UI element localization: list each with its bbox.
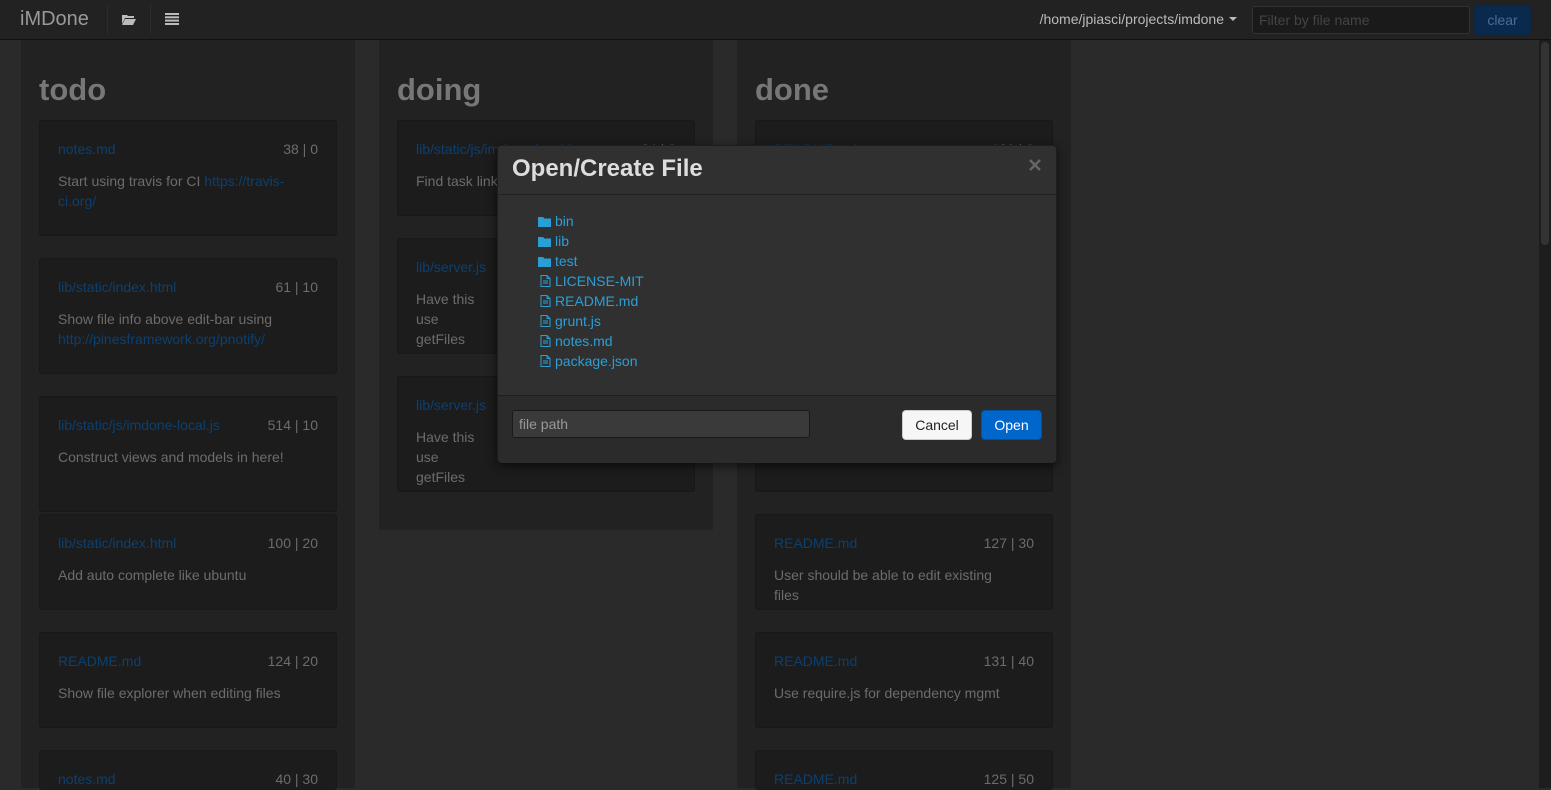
task-link[interactable]: http://pinesframework.org/pnotify/	[58, 331, 265, 347]
file-item-readme[interactable]: README.md	[538, 291, 644, 311]
file-icon	[540, 315, 551, 327]
file-icon	[540, 335, 551, 347]
modal-close-button[interactable]	[1028, 158, 1044, 174]
column-title: todo	[39, 72, 107, 107]
modal-header: Open/Create File	[498, 146, 1056, 195]
task-file-link[interactable]: notes.md	[58, 771, 116, 787]
task-file-link[interactable]: README.md	[774, 653, 857, 669]
open-file-button[interactable]	[107, 4, 150, 34]
navbar: iMDone /home/jpiasci/projects/imdone cle…	[0, 0, 1551, 40]
column-todo: todo notes.md 38 | 0 Start using travis …	[20, 40, 356, 790]
task-file-link[interactable]: lib/static/js/imdone-local.js	[58, 417, 220, 433]
task-card[interactable]: notes.md 38 | 0 Start using travis for C…	[39, 120, 337, 236]
modal-footer: Cancel Open	[498, 395, 1056, 463]
task-text: Add auto complete like ubuntu	[58, 567, 247, 583]
file-path-input[interactable]	[512, 410, 810, 438]
task-file-link[interactable]: README.md	[774, 771, 857, 787]
file-item-label: LICENSE-MIT	[555, 273, 644, 289]
column-title: done	[755, 72, 830, 107]
file-item-label: package.json	[555, 353, 638, 369]
task-text: Have this use getFiles	[416, 291, 475, 347]
cancel-button[interactable]: Cancel	[902, 410, 972, 440]
task-text: User should be able to edit existing fil…	[774, 567, 992, 603]
task-card[interactable]: lib/static/index.html 100 | 20 Add auto …	[39, 514, 337, 610]
task-position: 100 | 20	[267, 535, 318, 551]
folder-icon	[538, 236, 551, 247]
task-card[interactable]: notes.md 40 | 30	[39, 750, 337, 790]
task-file-link[interactable]: lib/server.js	[416, 397, 486, 413]
file-item-label: lib	[555, 233, 570, 249]
folder-icon	[538, 256, 551, 267]
task-text: Construct views and models in here!	[58, 449, 284, 465]
list-icon	[165, 13, 179, 25]
task-position: 514 | 10	[267, 417, 318, 433]
task-file-link[interactable]: lib/static/index.html	[58, 279, 176, 295]
file-item-package-json[interactable]: package.json	[538, 351, 644, 371]
file-item-label: README.md	[555, 293, 639, 309]
task-file-link[interactable]: lib/static/index.html	[58, 535, 176, 551]
task-file-link[interactable]: README.md	[58, 653, 141, 669]
close-icon	[1029, 159, 1041, 171]
task-text: Show file explorer when editing files	[58, 685, 281, 701]
open-create-file-modal: Open/Create File bin lib test LICENSE-MI…	[497, 145, 1057, 463]
task-text: Use require.js for dependency mgmt	[774, 685, 1000, 701]
list-view-button[interactable]	[150, 4, 193, 34]
task-text: Have this use getFiles	[416, 429, 475, 485]
folder-item-test[interactable]: test	[538, 251, 644, 271]
folder-item-lib[interactable]: lib	[538, 231, 644, 251]
task-card[interactable]: README.md 131 | 40 Use require.js for de…	[755, 632, 1053, 728]
file-icon	[540, 275, 551, 287]
open-button[interactable]: Open	[981, 410, 1042, 440]
brand[interactable]: iMDone	[20, 8, 89, 31]
column-title: doing	[397, 72, 482, 107]
task-file-link[interactable]: notes.md	[58, 141, 116, 157]
file-item-label: bin	[555, 213, 574, 229]
task-card[interactable]: lib/static/js/imdone-local.js 514 | 10 C…	[39, 396, 337, 512]
file-item-notes[interactable]: notes.md	[538, 331, 644, 351]
task-card[interactable]: lib/static/index.html 61 | 10 Show file …	[39, 258, 337, 374]
file-tree: bin lib test LICENSE-MIT README.md grunt…	[538, 211, 644, 371]
project-path-dropdown[interactable]: /home/jpiasci/projects/imdone	[1040, 11, 1237, 27]
task-text: Start using travis for CI https://travis…	[58, 173, 285, 209]
file-item-label: notes.md	[555, 333, 613, 349]
folder-item-bin[interactable]: bin	[538, 211, 644, 231]
task-position: 40 | 30	[275, 771, 318, 787]
task-position: 61 | 10	[275, 279, 318, 295]
caret-down-icon	[1229, 17, 1237, 21]
task-card[interactable]: README.md 125 | 50	[755, 750, 1053, 790]
task-card[interactable]: README.md 127 | 30 User should be able t…	[755, 514, 1053, 610]
task-card[interactable]: README.md 124 | 20 Show file explorer wh…	[39, 632, 337, 728]
task-file-link[interactable]: lib/server.js	[416, 259, 486, 275]
file-item-label: grunt.js	[555, 313, 601, 329]
file-icon	[540, 295, 551, 307]
file-item-license-mit[interactable]: LICENSE-MIT	[538, 271, 644, 291]
task-position: 125 | 50	[983, 771, 1034, 787]
clear-button[interactable]: clear	[1474, 5, 1531, 35]
modal-title: Open/Create File	[512, 155, 703, 182]
task-file-link[interactable]: README.md	[774, 535, 857, 551]
task-text: Show file info above edit-bar using http…	[58, 311, 273, 347]
page-scrollbar[interactable]	[1539, 40, 1551, 788]
file-item-label: test	[555, 253, 578, 269]
folder-open-icon	[122, 15, 136, 25]
project-path: /home/jpiasci/projects/imdone	[1039, 11, 1224, 27]
task-position: 38 | 0	[283, 141, 318, 157]
task-position: 127 | 30	[983, 535, 1034, 551]
filter-input[interactable]	[1252, 6, 1470, 34]
task-position: 131 | 40	[983, 653, 1034, 669]
file-icon	[540, 355, 551, 367]
folder-icon	[538, 216, 551, 227]
task-position: 124 | 20	[267, 653, 318, 669]
file-item-grunt[interactable]: grunt.js	[538, 311, 644, 331]
scrollbar-thumb[interactable]	[1541, 42, 1549, 245]
